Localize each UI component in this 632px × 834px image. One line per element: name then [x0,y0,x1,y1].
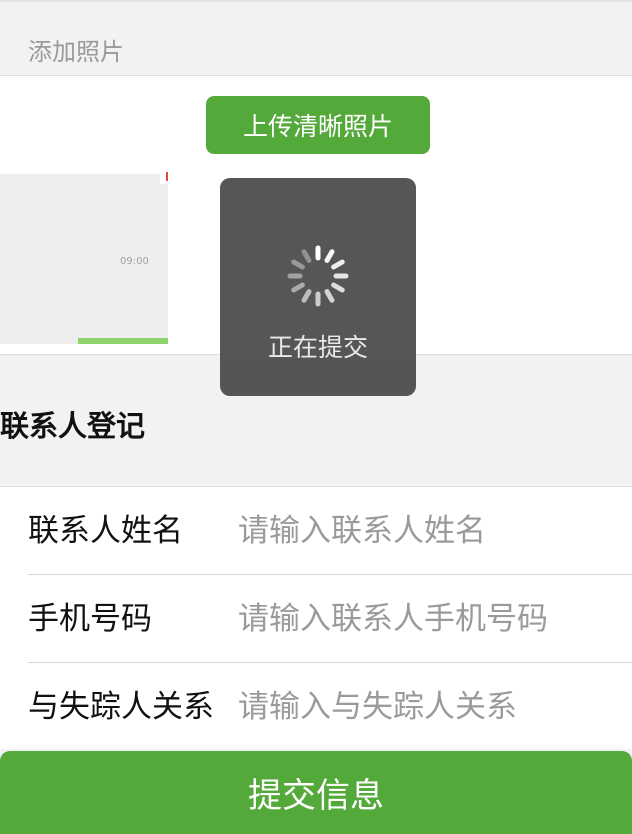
relationship-input[interactable] [238,681,630,733]
thumbnail-time: 09:00 [120,256,149,267]
loading-spinner-icon [287,245,349,307]
thumbnail-progress-bar [78,338,168,344]
contact-name-row: 联系人姓名 [28,487,632,575]
contact-name-input[interactable] [238,505,630,557]
remove-photo-icon[interactable] [159,172,170,184]
upload-photo-button[interactable]: 上传清晰照片 [206,96,430,154]
relationship-row: 与失踪人关系 [28,663,632,751]
photo-section-header: 添加照片 [0,0,632,76]
contact-phone-input[interactable] [238,593,630,645]
relationship-label: 与失踪人关系 [28,689,214,725]
photo-section-title: 添加照片 [28,38,124,66]
loading-message: 正在提交 [267,333,368,362]
contact-name-label: 联系人姓名 [28,513,183,549]
contact-section-title: 联系人登记 [0,409,146,443]
contact-phone-row: 手机号码 [28,575,632,663]
submit-info-button[interactable]: 提交信息 [0,751,632,834]
contact-phone-label: 手机号码 [28,601,152,637]
contact-form: 联系人姓名 手机号码 与失踪人关系 [0,487,632,749]
photo-thumbnail[interactable]: 09:00 [0,174,168,344]
loading-toast: 正在提交 [220,178,416,396]
